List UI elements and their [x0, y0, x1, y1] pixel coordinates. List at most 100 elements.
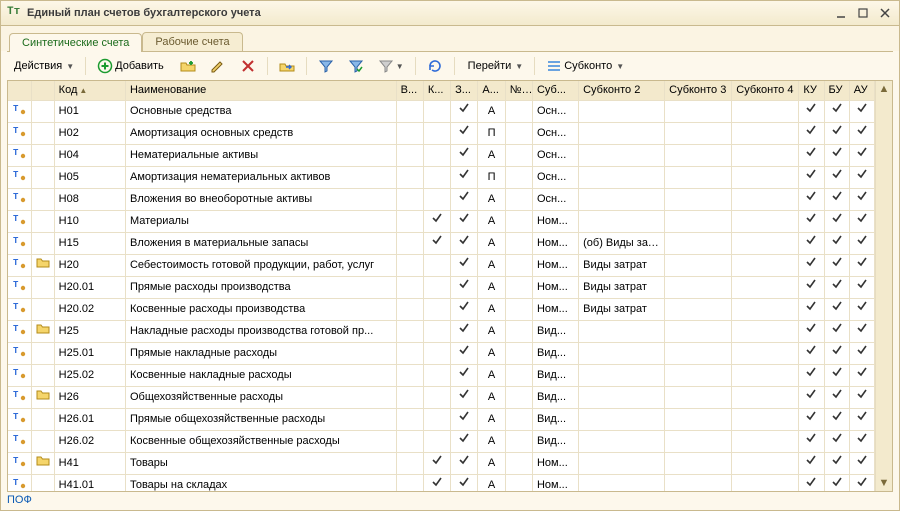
k-cell — [423, 409, 450, 431]
ku-cell — [799, 453, 824, 475]
column-header[interactable]: АУ — [849, 81, 874, 101]
ku-cell — [799, 123, 824, 145]
sub4-cell — [732, 233, 799, 255]
folder-cell — [31, 343, 54, 365]
account-icon: T — [12, 348, 26, 360]
table-row[interactable]: TН10МатериалыАНом... — [8, 211, 875, 233]
minimize-button[interactable] — [833, 6, 849, 20]
column-header[interactable]: А... — [478, 81, 505, 101]
sub2-cell — [579, 189, 665, 211]
name-cell: Товары — [125, 453, 396, 475]
svg-text:T: T — [13, 434, 19, 444]
column-header[interactable]: З... — [451, 81, 478, 101]
column-header[interactable]: В... — [396, 81, 423, 101]
window-controls — [833, 6, 893, 20]
ku-cell — [799, 233, 824, 255]
delete-button[interactable] — [235, 54, 261, 78]
column-header[interactable]: Субконто 2 — [579, 81, 665, 101]
table-row[interactable]: TН20.02Косвенные расходы производстваАНо… — [8, 299, 875, 321]
edit-button[interactable] — [205, 54, 231, 78]
au-cell — [849, 123, 874, 145]
account-icon: T — [12, 172, 26, 184]
name-cell: Материалы — [125, 211, 396, 233]
table-row[interactable]: TН02Амортизация основных средствПОсн... — [8, 123, 875, 145]
actions-menu[interactable]: Действия▼ — [7, 54, 79, 78]
ku-cell — [799, 475, 824, 492]
filter2-button[interactable] — [343, 54, 369, 78]
refresh-button[interactable] — [422, 54, 448, 78]
subconto-menu[interactable]: Субконто▼ — [541, 54, 629, 78]
table-row[interactable]: TН25Накладные расходы производства готов… — [8, 321, 875, 343]
column-header[interactable]: К... — [423, 81, 450, 101]
filter1-button[interactable] — [313, 54, 339, 78]
account-icon: T — [12, 194, 26, 206]
k-cell — [423, 277, 450, 299]
account-icon: T — [12, 480, 26, 491]
table-row[interactable]: TН25.01Прямые накладные расходыАВид... — [8, 343, 875, 365]
vertical-scrollbar[interactable]: ▲ ▼ — [875, 81, 892, 491]
column-header[interactable] — [31, 81, 54, 101]
table-row[interactable]: TН41.01Товары на складахАНом... — [8, 475, 875, 492]
column-header[interactable]: Субконто 4 — [732, 81, 799, 101]
table-row[interactable]: TН26.01Прямые общехозяйственные расходыА… — [8, 409, 875, 431]
table-row[interactable]: TН01Основные средстваАОсн... — [8, 101, 875, 123]
a-cell: П — [478, 123, 505, 145]
table-row[interactable]: TН26Общехозяйственные расходыАВид... — [8, 387, 875, 409]
row-type-icon: T — [8, 255, 31, 277]
add-group-button[interactable] — [175, 54, 201, 78]
column-header[interactable]: БУ — [824, 81, 849, 101]
v-cell — [396, 475, 423, 492]
table-row[interactable]: TН05Амортизация нематериальных активовПО… — [8, 167, 875, 189]
svg-text:T: T — [13, 368, 19, 378]
z-cell — [451, 167, 478, 189]
row-type-icon: T — [8, 365, 31, 387]
maximize-button[interactable] — [855, 6, 871, 20]
z-cell — [451, 409, 478, 431]
column-header[interactable]: КУ — [799, 81, 824, 101]
table-row[interactable]: TН26.02Косвенные общехозяйственные расхо… — [8, 431, 875, 453]
z-cell — [451, 277, 478, 299]
folder-cell — [31, 299, 54, 321]
row-type-icon: T — [8, 145, 31, 167]
table-row[interactable]: TН41ТоварыАНом... — [8, 453, 875, 475]
tab-1[interactable]: Рабочие счета — [142, 32, 242, 51]
move-button[interactable] — [274, 54, 300, 78]
au-cell — [849, 233, 874, 255]
filter3-button[interactable]: ▼ — [373, 54, 409, 78]
accounts-table[interactable]: Код▲НаименованиеВ...К...З...А...№...Суб.… — [8, 81, 875, 491]
z-cell — [451, 233, 478, 255]
table-row[interactable]: TН15Вложения в материальные запасыАНом..… — [8, 233, 875, 255]
table-row[interactable]: TН08Вложения во внеоборотные активыАОсн.… — [8, 189, 875, 211]
close-button[interactable] — [877, 6, 893, 20]
row-type-icon: T — [8, 277, 31, 299]
window-title: Единый план счетов бухгалтерского учета — [27, 7, 833, 19]
table-row[interactable]: TН20.01Прямые расходы производстваАНом..… — [8, 277, 875, 299]
add-button[interactable]: Добавить — [92, 54, 171, 78]
folder-cell — [31, 233, 54, 255]
folder-cell — [31, 431, 54, 453]
table-row[interactable]: TН04Нематериальные активыАОсн... — [8, 145, 875, 167]
tab-0[interactable]: Синтетические счета — [9, 33, 142, 52]
name-cell: Прямые расходы производства — [125, 277, 396, 299]
column-header[interactable]: Субконто 3 — [665, 81, 732, 101]
goto-menu[interactable]: Перейти▼ — [461, 54, 529, 78]
z-cell — [451, 123, 478, 145]
scroll-down-icon[interactable]: ▼ — [879, 475, 890, 491]
column-header[interactable]: Код▲ — [54, 81, 125, 101]
folder-cell — [31, 101, 54, 123]
au-cell — [849, 101, 874, 123]
pencil-icon — [210, 58, 226, 74]
account-icon: T — [12, 282, 26, 294]
table-row[interactable]: TН25.02Косвенные накладные расходыАВид..… — [8, 365, 875, 387]
table-row[interactable]: TН20Себестоимость готовой продукции, раб… — [8, 255, 875, 277]
column-header[interactable]: Наименование — [125, 81, 396, 101]
folder-icon — [36, 326, 50, 338]
scroll-up-icon[interactable]: ▲ — [879, 81, 890, 97]
sub3-cell — [665, 321, 732, 343]
column-header[interactable] — [8, 81, 31, 101]
folder-cell — [31, 365, 54, 387]
v-cell — [396, 453, 423, 475]
column-header[interactable]: Суб... — [532, 81, 578, 101]
column-header[interactable]: №... — [505, 81, 532, 101]
bu-cell — [824, 167, 849, 189]
